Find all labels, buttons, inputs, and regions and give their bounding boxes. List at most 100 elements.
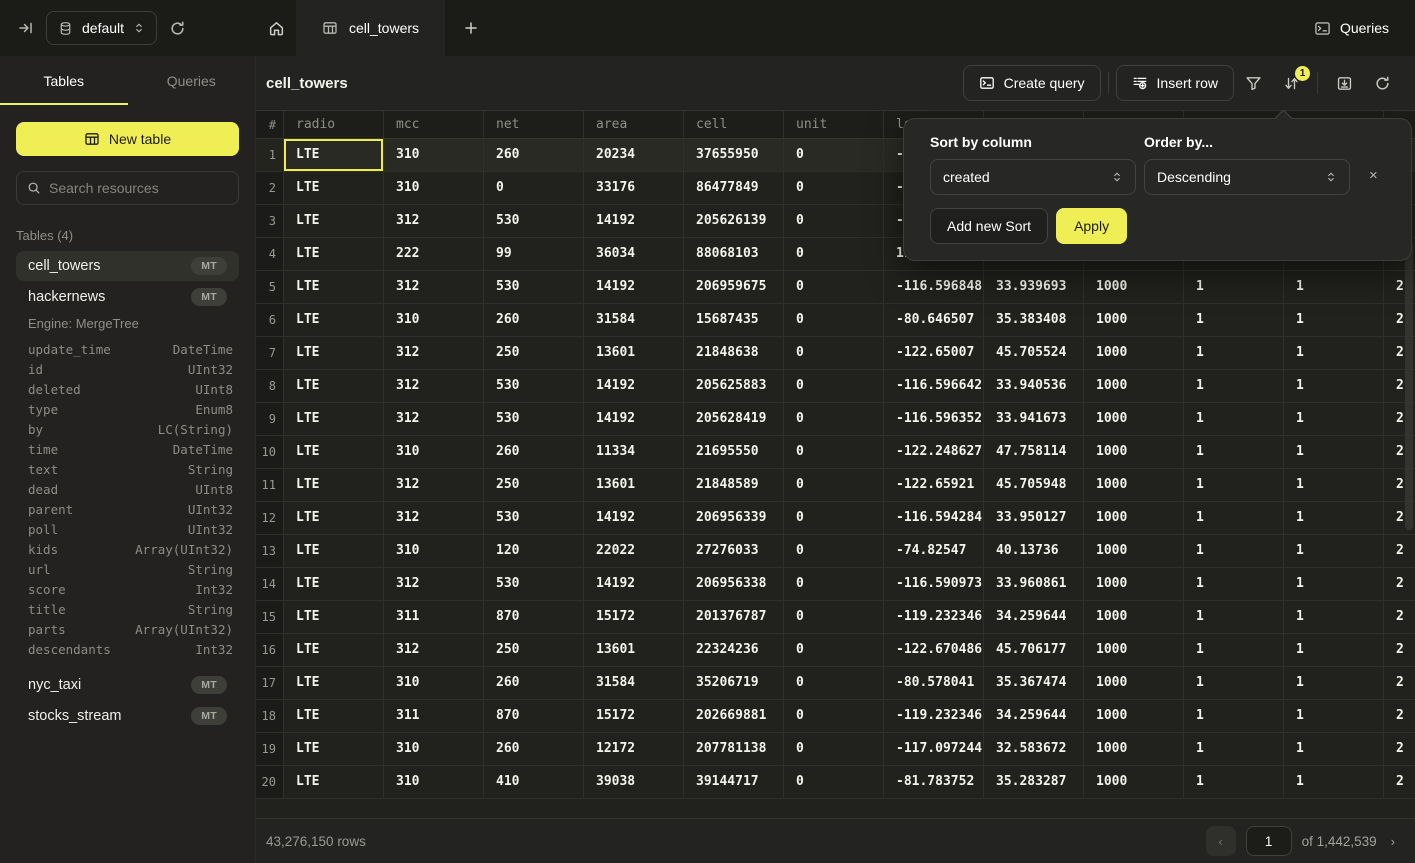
table-cell[interactable]: LTE — [284, 304, 384, 336]
table-cell[interactable]: 0 — [784, 568, 884, 600]
table-cell[interactable]: 33.950127 — [984, 502, 1084, 534]
table-cell[interactable]: -122.248627 — [884, 436, 984, 468]
table-cell[interactable]: 1 — [1284, 469, 1384, 501]
table-cell[interactable]: 1000 — [1084, 403, 1184, 435]
table-cell[interactable]: 1 — [1184, 733, 1284, 765]
table-cell[interactable]: -116.590973 — [884, 568, 984, 600]
table-cell[interactable]: 260 — [484, 733, 584, 765]
table-cell[interactable]: 33.941673 — [984, 403, 1084, 435]
table-cell[interactable]: 250 — [484, 469, 584, 501]
table-cell[interactable]: LTE — [284, 205, 384, 237]
table-cell[interactable]: 14192 — [584, 403, 684, 435]
table-cell[interactable]: 1 — [1284, 733, 1384, 765]
table-cell[interactable]: 20234 — [584, 139, 684, 171]
table-cell[interactable]: 1 — [1284, 271, 1384, 303]
table-cell[interactable]: 47.758114 — [984, 436, 1084, 468]
sidebar-table-item-stocks_stream[interactable]: stocks_streamMT — [16, 701, 239, 731]
table-cell[interactable]: 35.367474 — [984, 667, 1084, 699]
table-cell[interactable]: 1 — [1184, 766, 1284, 798]
order-by-select[interactable]: Descending — [1144, 159, 1350, 195]
table-cell[interactable]: 0 — [784, 469, 884, 501]
table-cell[interactable]: 1 — [1184, 568, 1284, 600]
table-cell[interactable]: -119.232346 — [884, 601, 984, 633]
column-header-mcc[interactable]: mcc — [384, 111, 484, 138]
table-cell[interactable]: 14192 — [584, 271, 684, 303]
table-cell[interactable]: 22324236 — [684, 634, 784, 666]
table-cell[interactable]: 1 — [1184, 436, 1284, 468]
table-cell[interactable]: 1 — [1284, 436, 1384, 468]
table-cell[interactable]: 1000 — [1084, 502, 1184, 534]
table-cell[interactable]: 39144717 — [684, 766, 784, 798]
table-cell[interactable]: LTE — [284, 634, 384, 666]
table-cell[interactable]: 0 — [784, 667, 884, 699]
table-cell[interactable]: 14192 — [584, 370, 684, 402]
table-cell[interactable]: 1 — [1284, 700, 1384, 732]
table-cell[interactable]: LTE — [284, 469, 384, 501]
table-cell[interactable]: 260 — [484, 139, 584, 171]
table-cell[interactable]: 312 — [384, 271, 484, 303]
table-cell[interactable]: 312 — [384, 469, 484, 501]
table-cell[interactable]: 33.960861 — [984, 568, 1084, 600]
table-cell[interactable]: 1 — [1184, 502, 1284, 534]
table-cell[interactable]: 1 — [1184, 304, 1284, 336]
table-cell[interactable]: 1 — [1184, 634, 1284, 666]
table-cell[interactable]: 222 — [384, 238, 484, 270]
table-cell[interactable]: 1000 — [1084, 469, 1184, 501]
table-cell[interactable]: 1000 — [1084, 667, 1184, 699]
table-cell[interactable]: -116.596848 — [884, 271, 984, 303]
table-cell[interactable]: 1000 — [1084, 601, 1184, 633]
table-cell[interactable]: 310 — [384, 436, 484, 468]
table-cell[interactable]: -122.670486 — [884, 634, 984, 666]
table-cell[interactable]: 15172 — [584, 700, 684, 732]
table-cell[interactable]: LTE — [284, 172, 384, 204]
table-cell[interactable]: 45.705948 — [984, 469, 1084, 501]
table-cell[interactable]: 1000 — [1084, 733, 1184, 765]
table-cell[interactable]: 13601 — [584, 469, 684, 501]
table-cell[interactable]: 1000 — [1084, 304, 1184, 336]
remove-sort-button[interactable]: × — [1369, 168, 1378, 183]
table-cell[interactable]: 311 — [384, 700, 484, 732]
table-cell[interactable]: 45.705524 — [984, 337, 1084, 369]
table-cell[interactable]: 32.583672 — [984, 733, 1084, 765]
table-cell[interactable]: 1 — [1284, 502, 1384, 534]
table-cell[interactable]: 35206719 — [684, 667, 784, 699]
column-header-net[interactable]: net — [484, 111, 584, 138]
table-cell[interactable]: 310 — [384, 139, 484, 171]
table-cell[interactable]: 12172 — [584, 733, 684, 765]
table-cell[interactable]: LTE — [284, 535, 384, 567]
table-cell[interactable]: -117.097244 — [884, 733, 984, 765]
sidebar-table-item-cell_towers[interactable]: cell_towersMT — [16, 251, 239, 281]
table-cell[interactable]: 2 — [1384, 733, 1415, 765]
table-cell[interactable]: 310 — [384, 304, 484, 336]
table-cell[interactable]: 0 — [784, 139, 884, 171]
table-cell[interactable]: 1 — [1284, 667, 1384, 699]
table-cell[interactable]: 260 — [484, 304, 584, 336]
table-cell[interactable]: LTE — [284, 502, 384, 534]
table-cell[interactable]: LTE — [284, 271, 384, 303]
table-cell[interactable]: 37655950 — [684, 139, 784, 171]
table-cell[interactable]: 88068103 — [684, 238, 784, 270]
table-cell[interactable]: 206956339 — [684, 502, 784, 534]
table-cell[interactable]: 1 — [1284, 601, 1384, 633]
table-cell[interactable]: 202669881 — [684, 700, 784, 732]
table-cell[interactable]: 1 — [1284, 304, 1384, 336]
table-cell[interactable]: 45.706177 — [984, 634, 1084, 666]
table-cell[interactable]: 530 — [484, 568, 584, 600]
tab-cell-towers[interactable]: cell_towers — [296, 0, 445, 56]
database-selector[interactable]: default — [46, 11, 157, 45]
table-cell[interactable]: 14192 — [584, 568, 684, 600]
table-cell[interactable]: 39038 — [584, 766, 684, 798]
table-cell[interactable]: LTE — [284, 601, 384, 633]
table-cell[interactable]: 205625883 — [684, 370, 784, 402]
table-cell[interactable]: 0 — [784, 370, 884, 402]
table-cell[interactable]: 1 — [1184, 370, 1284, 402]
table-cell[interactable]: 312 — [384, 370, 484, 402]
table-cell[interactable]: 1 — [1184, 535, 1284, 567]
table-cell[interactable]: 530 — [484, 205, 584, 237]
page-number-input[interactable] — [1246, 826, 1292, 856]
queries-button[interactable]: Queries — [1314, 0, 1415, 56]
table-cell[interactable]: 530 — [484, 370, 584, 402]
table-cell[interactable]: 870 — [484, 700, 584, 732]
table-cell[interactable]: LTE — [284, 337, 384, 369]
table-cell[interactable]: 0 — [784, 304, 884, 336]
